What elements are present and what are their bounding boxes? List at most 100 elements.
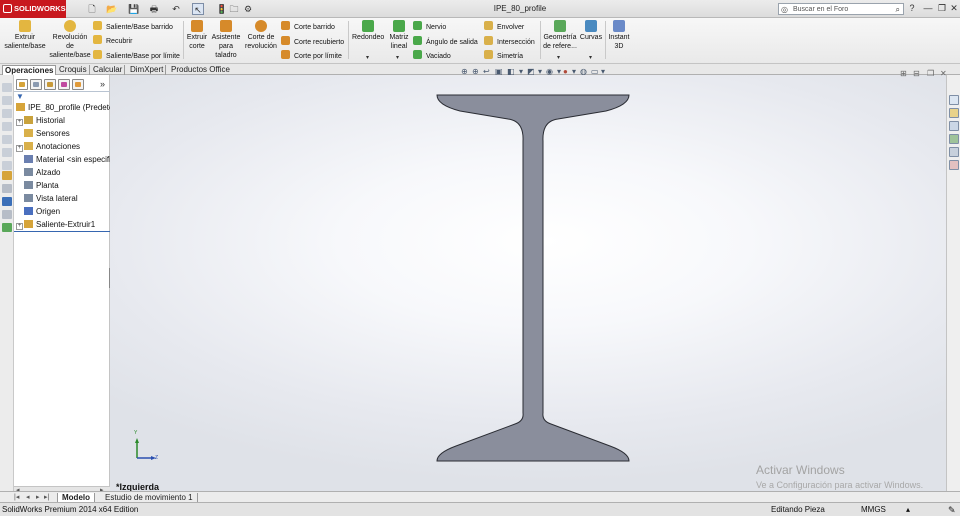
- section-view-icon[interactable]: ▣: [495, 67, 503, 76]
- view-orientation-dropdown-icon[interactable]: ▾: [519, 67, 523, 76]
- tab-calcular[interactable]: Calcular: [91, 65, 126, 75]
- search-box[interactable]: ◎ Buscar en el Foro ⌕: [778, 3, 904, 15]
- next-tab-icon[interactable]: ▸: [36, 493, 40, 502]
- last-tab-icon[interactable]: ▸|: [44, 493, 49, 502]
- curves-button[interactable]: Curvas: [579, 20, 603, 42]
- viewport-tile-icon[interactable]: ⊟: [913, 69, 920, 78]
- expand-icon[interactable]: +: [16, 119, 23, 126]
- status-units[interactable]: MMGS: [861, 503, 886, 516]
- fillet-button[interactable]: Redondeo: [352, 20, 384, 42]
- zoom-to-area-icon[interactable]: ⊕: [472, 67, 479, 76]
- file-explorer-icon[interactable]: [949, 121, 959, 131]
- solidworks-resources-icon[interactable]: [949, 95, 959, 105]
- minimize-button[interactable]: —: [922, 2, 934, 14]
- tree-item[interactable]: + Saliente-Extruir1: [16, 218, 110, 231]
- displaymanager-tab[interactable]: [72, 79, 84, 90]
- rebuild-button[interactable]: 🚦: [216, 3, 227, 15]
- units-dropdown-icon[interactable]: ▴: [906, 503, 910, 516]
- revolve-boss-button[interactable]: Revolución de saliente/base: [48, 20, 92, 60]
- hole-wizard-button[interactable]: Asistente para taladro: [210, 20, 242, 60]
- restore-button[interactable]: ❐: [936, 2, 948, 14]
- tree-item[interactable]: + Anotaciones: [16, 140, 110, 153]
- first-tab-icon[interactable]: |◂: [14, 493, 19, 502]
- extrude-boss-button[interactable]: Extruir saliente/base: [3, 20, 47, 51]
- toolbar-tool-icon[interactable]: [2, 135, 12, 144]
- view-orientation-icon[interactable]: ◧: [507, 67, 515, 76]
- options-button[interactable]: ⚙: [242, 3, 254, 15]
- print-button[interactable]: 🖶: [148, 3, 160, 15]
- swept-boss-button[interactable]: Saliente/Base barrido: [93, 21, 173, 33]
- tab-dimxpert[interactable]: DimXpert: [128, 65, 167, 75]
- ipe-profile-section[interactable]: [436, 94, 630, 462]
- tree-item[interactable]: Alzado: [16, 166, 110, 179]
- boundary-boss-button[interactable]: Saliente/Base por límite: [93, 50, 180, 62]
- revolve-cut-button[interactable]: Corte de revolución: [244, 20, 278, 51]
- extrude-cut-button[interactable]: Extruir corte: [186, 20, 208, 51]
- mirror-button[interactable]: Simetría: [484, 50, 523, 62]
- new-document-button[interactable]: 🗋: [86, 3, 98, 15]
- hide-show-dropdown-icon[interactable]: ▾: [557, 67, 561, 76]
- zoom-to-fit-icon[interactable]: ⊕: [461, 67, 468, 76]
- save-button[interactable]: 💾: [128, 3, 140, 15]
- tree-item[interactable]: Sensores: [16, 127, 110, 140]
- ref-geometry-dropdown-icon[interactable]: ▾: [557, 54, 560, 61]
- tree-item[interactable]: Planta: [16, 179, 110, 192]
- search-scope-icon[interactable]: ◎: [781, 5, 788, 14]
- help-button[interactable]: ?: [906, 2, 918, 14]
- scene-icon[interactable]: ◍: [580, 67, 587, 76]
- boundary-cut-button[interactable]: Corte por límite: [281, 50, 342, 62]
- expand-icon[interactable]: +: [16, 145, 23, 152]
- tab-croquis[interactable]: Croquis: [57, 65, 90, 75]
- tree-item[interactable]: Origen: [16, 205, 110, 218]
- swept-cut-button[interactable]: Corte barrido: [281, 21, 335, 33]
- curves-dropdown-icon[interactable]: ▾: [589, 54, 592, 61]
- select-button[interactable]: ↖: [192, 3, 204, 15]
- featuremanager-tab[interactable]: [16, 79, 28, 90]
- dimxpertmanager-tab[interactable]: [58, 79, 70, 90]
- graphics-area[interactable]: [110, 75, 946, 491]
- hide-show-icon[interactable]: ◉: [546, 67, 553, 76]
- configurationmanager-tab[interactable]: [44, 79, 56, 90]
- edit-appearance-icon[interactable]: ●: [563, 67, 568, 76]
- quick-tips-icon[interactable]: ✎: [948, 503, 956, 516]
- display-style-dropdown-icon[interactable]: ▾: [538, 67, 542, 76]
- toolbar-tool-icon[interactable]: [2, 109, 12, 118]
- toolbar-tool-icon[interactable]: [2, 210, 12, 219]
- toolbar-tool-icon[interactable]: [2, 122, 12, 131]
- viewport-split-icon[interactable]: ⊞: [900, 69, 907, 78]
- open-document-button[interactable]: 📂: [106, 3, 118, 15]
- view-settings-dropdown-icon[interactable]: ▾: [601, 67, 605, 76]
- filter-icon[interactable]: ▼: [16, 92, 24, 101]
- wrap-button[interactable]: Envolver: [484, 21, 524, 33]
- loft-cut-button[interactable]: Corte recubierto: [281, 36, 344, 48]
- tab-productos-office[interactable]: Productos Office: [169, 65, 232, 75]
- appearance-dropdown-icon[interactable]: ▾: [572, 67, 576, 76]
- shell-button[interactable]: Vaciado: [413, 50, 451, 62]
- sketch-tool-icon[interactable]: [2, 171, 12, 180]
- close-button[interactable]: ✕: [948, 2, 960, 14]
- tree-item[interactable]: Material <sin especificar>: [16, 153, 110, 166]
- custom-properties-icon[interactable]: [949, 160, 959, 170]
- search-icon[interactable]: ⌕: [896, 4, 900, 15]
- display-style-icon[interactable]: ◩: [527, 67, 535, 76]
- tree-item[interactable]: Vista lateral: [16, 192, 110, 205]
- rollback-bar[interactable]: [14, 231, 110, 232]
- appearances-icon[interactable]: [949, 147, 959, 157]
- viewport-restore-icon[interactable]: ❐: [927, 69, 934, 78]
- draft-button[interactable]: Ángulo de salida: [413, 36, 478, 48]
- rib-button[interactable]: Nervio: [413, 21, 446, 33]
- toolbar-tool-icon[interactable]: [2, 96, 12, 105]
- tree-root-part[interactable]: IPE_80_profile (Predetermin: [16, 101, 110, 114]
- view-settings-icon[interactable]: ▭: [591, 67, 599, 76]
- expand-panel-icon[interactable]: »: [100, 79, 105, 89]
- undo-button[interactable]: ↶: [170, 3, 182, 15]
- loft-boss-button[interactable]: Recubrir: [93, 35, 132, 47]
- toolbar-tool-icon[interactable]: [2, 148, 12, 157]
- fillet-dropdown-icon[interactable]: ▾: [366, 54, 369, 61]
- instant3d-button[interactable]: Instant 3D: [607, 20, 631, 51]
- solidworks-logo[interactable]: SOLIDWORKS: [0, 0, 66, 18]
- pattern-dropdown-icon[interactable]: ▾: [396, 54, 399, 61]
- toolbar-tool-icon[interactable]: [2, 83, 12, 92]
- file-properties-button[interactable]: 🗀: [228, 3, 240, 15]
- tree-item[interactable]: + Historial: [16, 114, 110, 127]
